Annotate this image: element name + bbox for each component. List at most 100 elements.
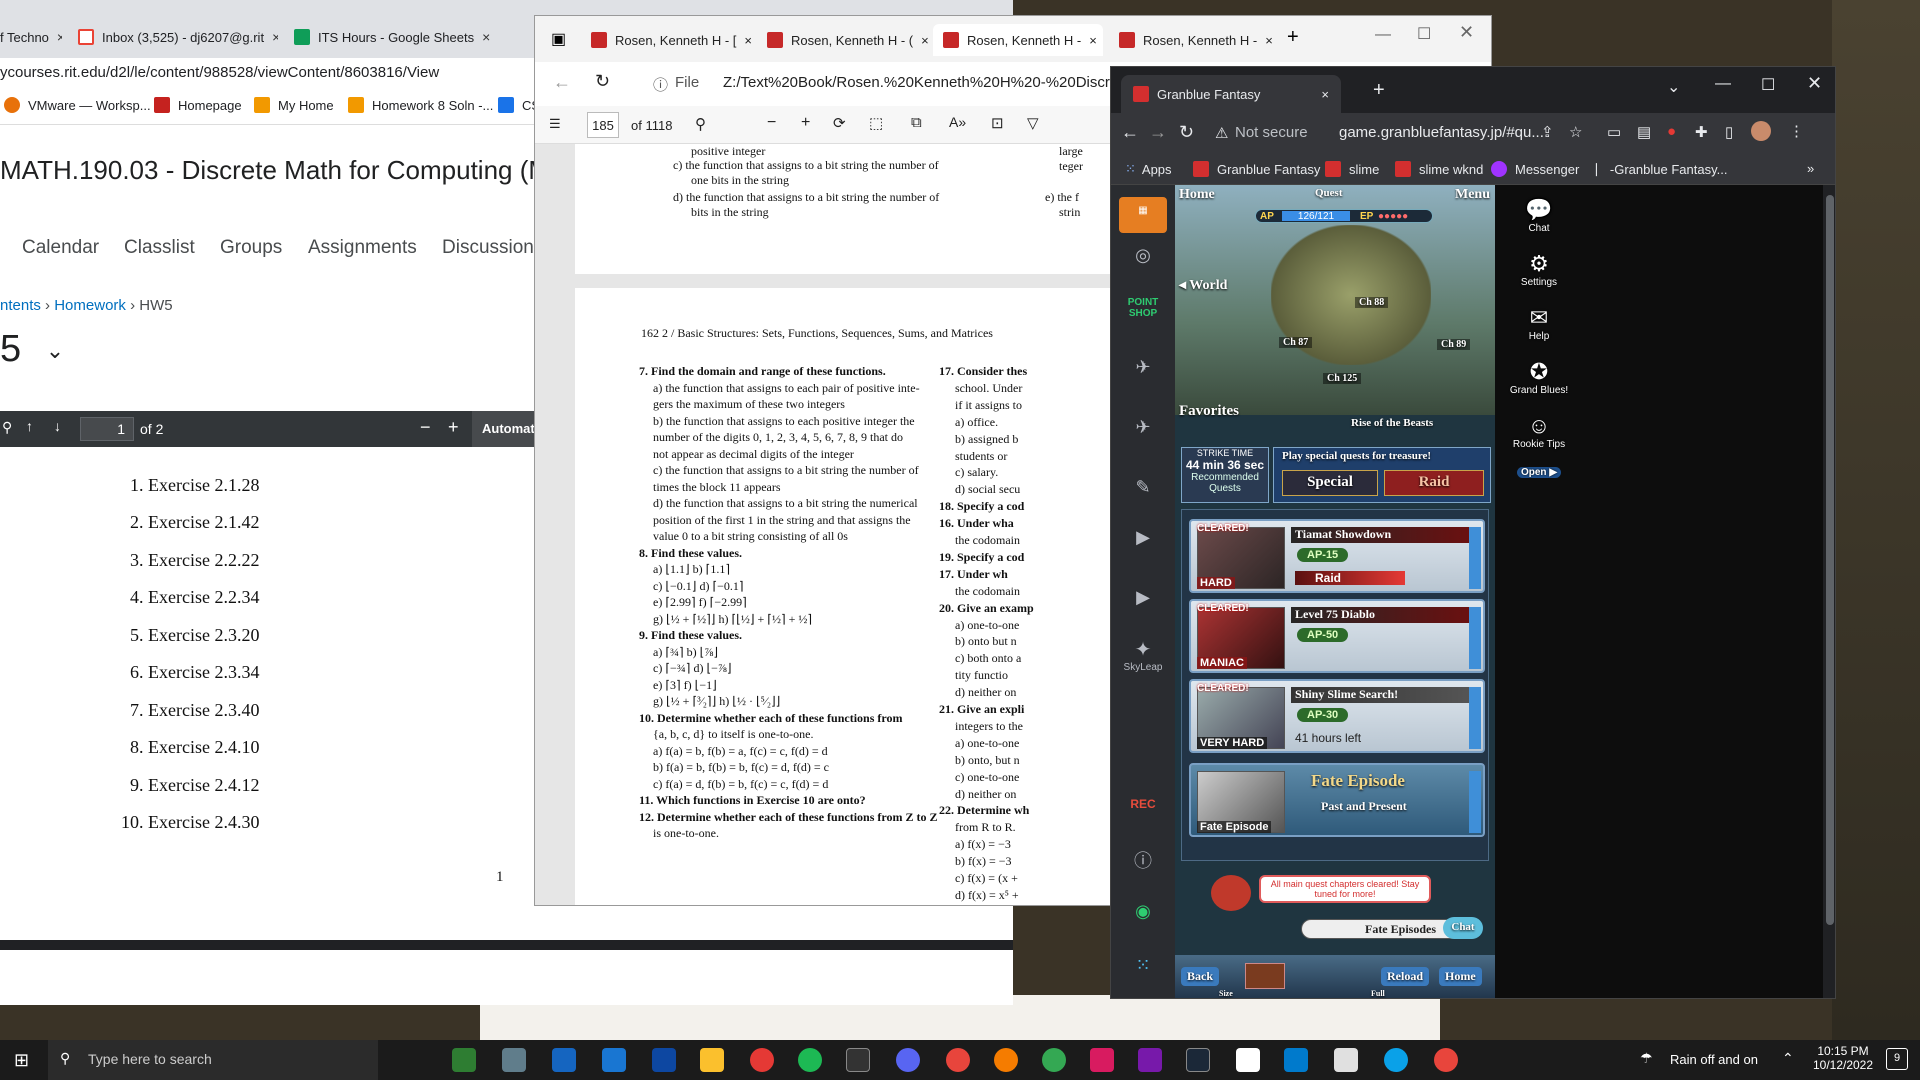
- close-window-icon[interactable]: ✕: [1459, 22, 1474, 43]
- url-text[interactable]: Z:/Text%20Book/Rosen.%20Kenneth%20H%20-%…: [723, 74, 1152, 91]
- close-icon[interactable]: ×: [482, 29, 490, 45]
- coin-icon[interactable]: ◎: [1119, 245, 1167, 266]
- snipping-icon[interactable]: [502, 1048, 526, 1072]
- app-icon[interactable]: [552, 1048, 576, 1072]
- back-icon[interactable]: ←: [553, 72, 571, 93]
- youtube-icon[interactable]: ▶: [1119, 587, 1167, 608]
- search-icon[interactable]: ⚲: [695, 115, 706, 133]
- avatar[interactable]: [1751, 121, 1771, 141]
- tab-rosen-3[interactable]: Rosen, Kenneth H - ×: [933, 24, 1103, 56]
- home-button[interactable]: Home: [1439, 967, 1482, 986]
- raid-button[interactable]: Raid: [1384, 470, 1484, 496]
- quest-card-fate-episode[interactable]: Fate Episode Fate Episode Past and Prese…: [1189, 763, 1485, 837]
- bookmarks-overflow[interactable]: »: [1807, 161, 1814, 176]
- bookmark-slime[interactable]: slime: [1325, 161, 1379, 177]
- quest-card-diablo[interactable]: CLEARED! MANIAC Level 75 Diablo AP-50: [1189, 599, 1485, 673]
- special-button[interactable]: Special: [1282, 470, 1378, 496]
- rotate-icon[interactable]: ⟳: [833, 114, 846, 132]
- tab-gmail-inbox[interactable]: Inbox (3,525) - dj6207@g.rit ×: [78, 22, 278, 52]
- arrow-down-icon[interactable]: ↓: [54, 418, 61, 434]
- terminal-icon[interactable]: [846, 1048, 870, 1072]
- scrollbar[interactable]: [1823, 185, 1835, 998]
- onenote-icon[interactable]: [1138, 1048, 1162, 1072]
- skyleap-link[interactable]: ✦ SkyLeap: [1119, 637, 1167, 673]
- close-icon[interactable]: ×: [1089, 33, 1097, 48]
- minimize-icon[interactable]: —: [1375, 26, 1391, 44]
- url-text[interactable]: game.granbluefantasy.jp/#qu...: [1339, 124, 1544, 141]
- breadcrumb-homework[interactable]: Homework: [54, 297, 126, 314]
- spotify-icon[interactable]: [798, 1048, 822, 1072]
- nav-groups[interactable]: Groups: [220, 237, 282, 259]
- windows-start-icon[interactable]: ⊞: [14, 1050, 29, 1071]
- close-icon[interactable]: ×: [272, 29, 278, 45]
- app-icon[interactable]: [1334, 1048, 1358, 1072]
- point-shop-link[interactable]: POINT SHOP: [1119, 297, 1167, 319]
- tab-granblue[interactable]: Granblue Fantasy ×: [1121, 75, 1341, 113]
- quest-arrow-icon[interactable]: [1469, 527, 1481, 589]
- quest-arrow-icon[interactable]: [1469, 607, 1481, 669]
- maximize-icon[interactable]: ☐: [1761, 75, 1775, 95]
- world-button[interactable]: ◂ World: [1179, 277, 1227, 294]
- record-button[interactable]: REC: [1119, 797, 1167, 811]
- bookmark-messenger[interactable]: Messenger: [1491, 161, 1579, 177]
- bookmark-apps[interactable]: ⁙ Apps: [1125, 161, 1172, 177]
- twitter-icon[interactable]: ✈: [1119, 417, 1167, 438]
- star-icon[interactable]: ☆: [1569, 123, 1582, 141]
- close-icon[interactable]: ×: [1265, 33, 1273, 48]
- tab-technology[interactable]: f Techno ×: [0, 22, 62, 52]
- menu-tab[interactable]: Menu: [1455, 187, 1490, 203]
- bookmark-homework8[interactable]: Homework 8 Soln -...: [348, 97, 493, 113]
- forward-icon[interactable]: →: [1149, 122, 1167, 143]
- fit-page-icon[interactable]: ⬚: [869, 114, 883, 132]
- quest-arrow-icon[interactable]: [1469, 687, 1481, 749]
- recommended-quests[interactable]: Recommended Quests: [1182, 472, 1268, 494]
- chrome-icon[interactable]: [1042, 1048, 1066, 1072]
- new-tab-button[interactable]: +: [1287, 26, 1299, 49]
- quest-card-slime[interactable]: CLEARED! VERY HARD Shiny Slime Search! A…: [1189, 679, 1485, 753]
- puzzle-icon[interactable]: ✚: [1695, 123, 1708, 141]
- notion-icon[interactable]: [1236, 1048, 1260, 1072]
- youtube-icon[interactable]: ▶: [1119, 527, 1167, 548]
- chat-link[interactable]: 💬 Chat: [1507, 197, 1571, 234]
- grid-icon[interactable]: ⁙: [1119, 955, 1167, 976]
- tab-actions-icon[interactable]: ▣: [551, 29, 566, 49]
- steam-icon[interactable]: [1186, 1048, 1210, 1072]
- chest-icon[interactable]: [1245, 963, 1285, 989]
- nav-assignments[interactable]: Assignments: [308, 237, 417, 259]
- task-view-icon[interactable]: [402, 1048, 426, 1072]
- tab-search-icon[interactable]: ⌄: [1667, 77, 1680, 97]
- notepad-icon[interactable]: [452, 1048, 476, 1072]
- back-button[interactable]: Back: [1181, 967, 1220, 986]
- close-window-icon[interactable]: ✕: [1807, 73, 1822, 94]
- calculator-icon[interactable]: [602, 1048, 626, 1072]
- reload-icon[interactable]: ↻: [1179, 122, 1194, 143]
- chevron-up-icon[interactable]: ⌃: [1782, 1050, 1794, 1067]
- quest-tab[interactable]: Quest: [1315, 187, 1343, 199]
- chrome-icon[interactable]: [994, 1048, 1018, 1072]
- chevron-down-icon[interactable]: ⌄: [46, 338, 64, 363]
- notification-count[interactable]: 9: [1886, 1048, 1908, 1070]
- tab-rosen-2[interactable]: Rosen, Kenneth H - (×: [757, 24, 929, 56]
- extension-icon[interactable]: ●: [1667, 123, 1676, 140]
- chapter-88[interactable]: Ch 88: [1355, 297, 1389, 308]
- zoom-out-icon[interactable]: −: [767, 114, 776, 132]
- twitter-icon[interactable]: ✈: [1119, 357, 1167, 378]
- close-icon[interactable]: ×: [57, 29, 62, 45]
- event-banner[interactable]: Rise of the Beasts: [1351, 417, 1433, 429]
- extension-icon[interactable]: ▤: [1637, 123, 1651, 141]
- chapter-125[interactable]: Ch 125: [1323, 373, 1362, 384]
- chapter-89[interactable]: Ch 89: [1437, 339, 1471, 350]
- course-title[interactable]: MATH.190.03 - Discrete Math for Computin…: [0, 155, 550, 186]
- settings-link[interactable]: ⚙ Settings: [1507, 251, 1571, 288]
- help-link[interactable]: ✉ Help: [1507, 305, 1571, 342]
- new-tab-button[interactable]: +: [1373, 79, 1385, 102]
- open-button[interactable]: Open ▶: [1517, 467, 1561, 478]
- zoom-in-icon[interactable]: +: [801, 114, 810, 132]
- read-aloud-icon[interactable]: A»: [949, 114, 966, 130]
- discord-icon[interactable]: [896, 1048, 920, 1072]
- minimize-icon[interactable]: —: [1715, 75, 1731, 93]
- arrow-up-icon[interactable]: ↑: [26, 418, 33, 434]
- pdf-page-input[interactable]: 185: [587, 112, 619, 138]
- quest-card-tiamat[interactable]: CLEARED! HARD Tiamat Showdown AP-15 Raid: [1189, 519, 1485, 593]
- app-icon[interactable]: [750, 1048, 774, 1072]
